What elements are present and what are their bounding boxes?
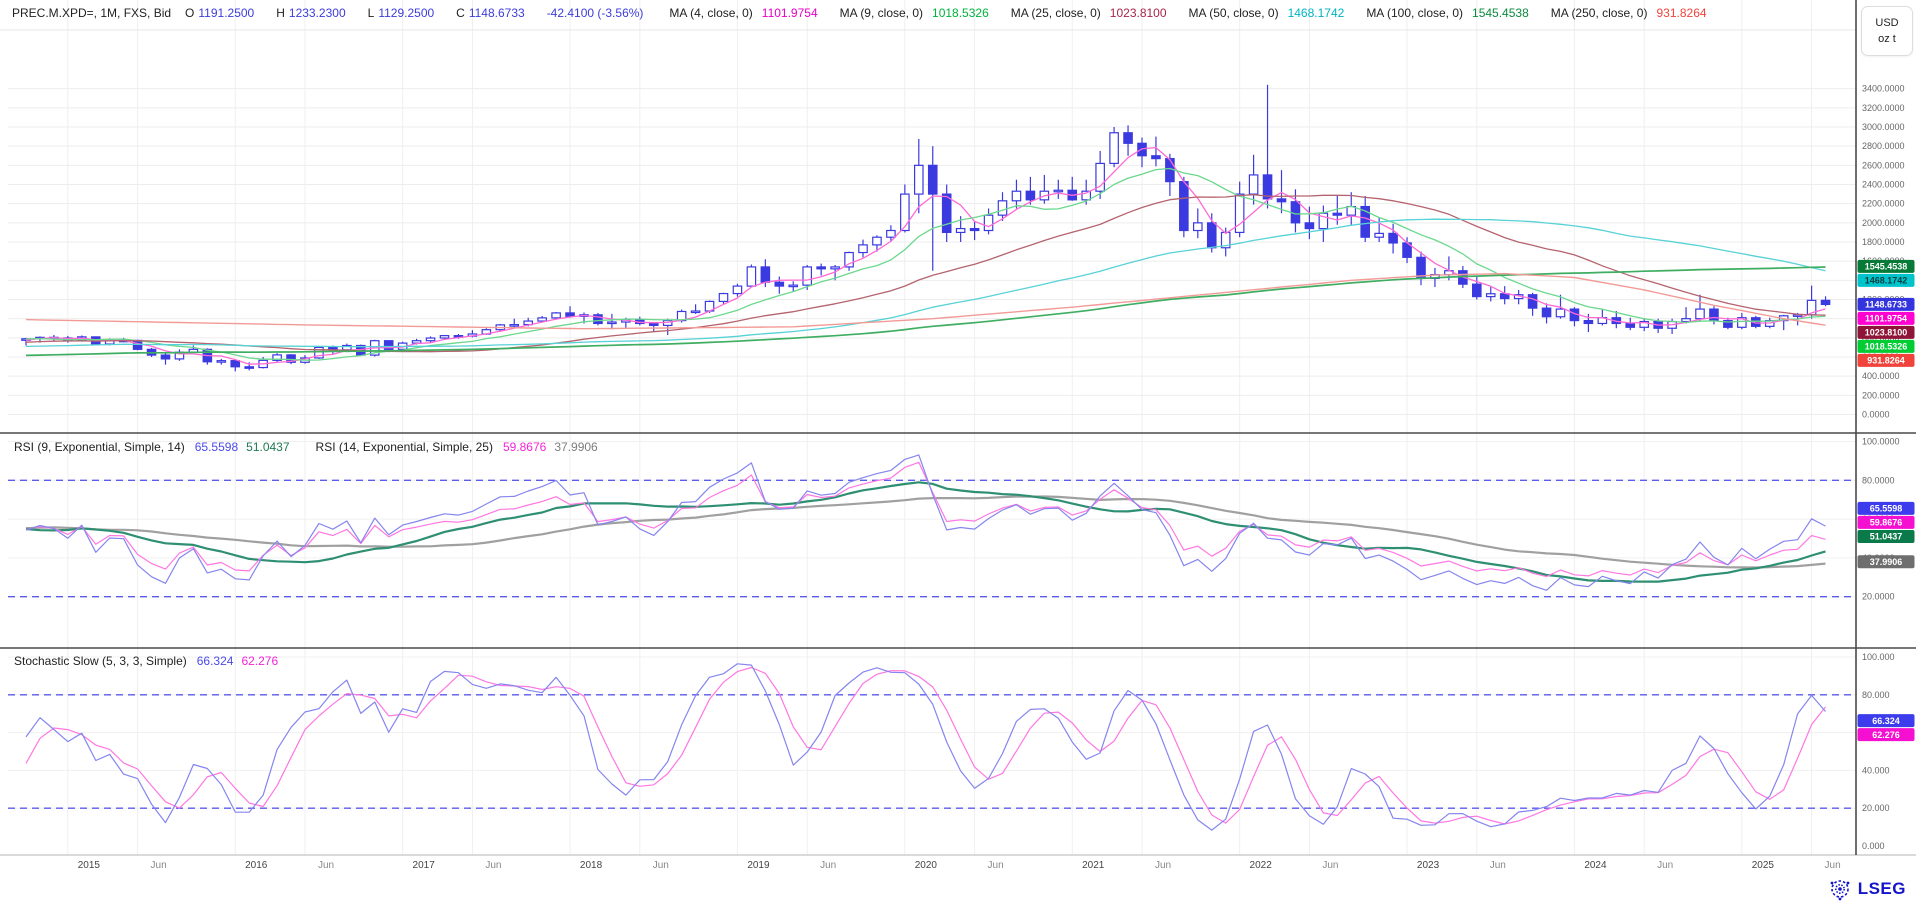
svg-text:2021: 2021 bbox=[1082, 860, 1105, 871]
charting-app: 0.0000200.0000400.0000600.0000800.000010… bbox=[0, 0, 1916, 905]
ma-legend-50[interactable]: MA (50, close, 0)1468.1742 bbox=[1189, 6, 1345, 20]
svg-text:2020: 2020 bbox=[915, 860, 938, 871]
ma-legend-100[interactable]: MA (100, close, 0)1545.4538 bbox=[1366, 6, 1528, 20]
svg-text:20.000: 20.000 bbox=[1862, 803, 1890, 813]
svg-text:2019: 2019 bbox=[747, 860, 770, 871]
rsi14-signal-value: 37.9906 bbox=[554, 440, 597, 454]
ma-legend-9[interactable]: MA (9, close, 0)1018.5326 bbox=[840, 6, 989, 20]
svg-text:2025: 2025 bbox=[1752, 860, 1775, 871]
svg-text:2000.0000: 2000.0000 bbox=[1862, 218, 1905, 228]
svg-text:2022: 2022 bbox=[1250, 860, 1273, 871]
stochastic-axis-labels: 0.00020.00040.00060.00080.000100.000 bbox=[1862, 652, 1895, 851]
main-chart-legend: PREC.M.XPD=, 1M, FXS, Bid O1191.2500 H12… bbox=[12, 6, 1729, 20]
svg-text:Jun: Jun bbox=[1825, 860, 1841, 871]
svg-text:3200.0000: 3200.0000 bbox=[1862, 103, 1905, 113]
svg-text:1545.4538: 1545.4538 bbox=[1865, 262, 1908, 272]
svg-text:Jun: Jun bbox=[988, 860, 1004, 871]
ma-legend-25[interactable]: MA (25, close, 0)1023.8100 bbox=[1011, 6, 1167, 20]
time-axis-labels[interactable]: 2015 Jun 2016 Jun 2017 Jun 2018 Jun 2019 Jun 2020 J… bbox=[78, 860, 1841, 871]
svg-text:1800.0000: 1800.0000 bbox=[1862, 237, 1905, 247]
lseg-crest-icon bbox=[1827, 877, 1853, 901]
stochastic-label: Stochastic Slow (5, 3, 3, Simple) bbox=[14, 654, 187, 668]
ma-overlays bbox=[26, 148, 1826, 365]
ma-legend-250[interactable]: MA (250, close, 0)931.8264 bbox=[1551, 6, 1707, 20]
rsi9-label: RSI (9, Exponential, Simple, 14) bbox=[14, 440, 185, 454]
svg-text:2016: 2016 bbox=[245, 860, 268, 871]
svg-text:0.0000: 0.0000 bbox=[1862, 410, 1890, 420]
stochastic-d-value: 62.276 bbox=[241, 654, 278, 668]
price-change: -42.4100 (-3.56%) bbox=[547, 6, 644, 20]
svg-text:1023.8100: 1023.8100 bbox=[1865, 328, 1908, 338]
svg-text:65.5598: 65.5598 bbox=[1870, 504, 1903, 514]
svg-text:100.000: 100.000 bbox=[1862, 652, 1895, 662]
lseg-logo: LSEG bbox=[1827, 877, 1906, 901]
svg-text:80.000: 80.000 bbox=[1862, 690, 1890, 700]
svg-text:2023: 2023 bbox=[1417, 860, 1440, 871]
axis-unit-currency: USD bbox=[1875, 17, 1898, 29]
svg-text:3000.0000: 3000.0000 bbox=[1862, 122, 1905, 132]
ohlc-open: O1191.2500 bbox=[185, 6, 254, 20]
rsi9-value: 65.5598 bbox=[195, 440, 238, 454]
svg-text:931.8264: 931.8264 bbox=[1867, 356, 1905, 366]
svg-text:62.276: 62.276 bbox=[1872, 730, 1900, 740]
svg-text:1468.1742: 1468.1742 bbox=[1865, 276, 1908, 286]
rsi14-value: 59.8676 bbox=[503, 440, 546, 454]
svg-text:0.000: 0.000 bbox=[1862, 841, 1885, 851]
axis-unit-box[interactable]: USD oz t bbox=[1861, 6, 1913, 56]
svg-text:37.9906: 37.9906 bbox=[1870, 557, 1903, 567]
svg-text:Jun: Jun bbox=[485, 860, 501, 871]
svg-text:1101.9754: 1101.9754 bbox=[1865, 314, 1907, 324]
svg-text:66.324: 66.324 bbox=[1872, 716, 1900, 726]
rsi14-label: RSI (14, Exponential, Simple, 25) bbox=[316, 440, 493, 454]
svg-text:20.0000: 20.0000 bbox=[1862, 592, 1895, 602]
svg-text:1018.5326: 1018.5326 bbox=[1865, 342, 1908, 352]
svg-text:200.0000: 200.0000 bbox=[1862, 390, 1900, 400]
svg-text:1148.6733: 1148.6733 bbox=[1865, 300, 1907, 310]
svg-text:Jun: Jun bbox=[151, 860, 167, 871]
price-axis-tags: 1545.4538 1468.1742 1148.6733 1101.9754 1023… bbox=[1858, 260, 1915, 367]
svg-text:Jun: Jun bbox=[1322, 860, 1338, 871]
svg-text:2400.0000: 2400.0000 bbox=[1862, 180, 1905, 190]
rsi9-signal-value: 51.0437 bbox=[246, 440, 289, 454]
rsi-axis-tags: 65.5598 59.8676 51.0437 37.9906 bbox=[1858, 502, 1915, 568]
svg-text:80.0000: 80.0000 bbox=[1862, 475, 1895, 485]
svg-text:2017: 2017 bbox=[413, 860, 436, 871]
axis-unit-weight: oz t bbox=[1878, 33, 1896, 45]
svg-text:400.0000: 400.0000 bbox=[1862, 371, 1900, 381]
svg-text:Jun: Jun bbox=[1657, 860, 1673, 871]
svg-text:Jun: Jun bbox=[318, 860, 334, 871]
svg-text:3400.0000: 3400.0000 bbox=[1862, 84, 1905, 94]
svg-text:2024: 2024 bbox=[1584, 860, 1607, 871]
ohlc-close: C1148.6733 bbox=[456, 6, 525, 20]
stochastic-series bbox=[26, 664, 1826, 830]
stochastic-k-value: 66.324 bbox=[197, 654, 234, 668]
rsi-series bbox=[26, 455, 1826, 590]
stochastic-legend[interactable]: Stochastic Slow (5, 3, 3, Simple) 66.324… bbox=[14, 654, 278, 668]
svg-text:40.000: 40.000 bbox=[1862, 765, 1890, 775]
svg-text:51.0437: 51.0437 bbox=[1870, 532, 1903, 542]
svg-text:2600.0000: 2600.0000 bbox=[1862, 160, 1905, 170]
svg-text:2018: 2018 bbox=[580, 860, 603, 871]
price-axis-labels: 0.0000200.0000400.0000600.0000800.000010… bbox=[1862, 84, 1905, 420]
rsi-legend[interactable]: RSI (9, Exponential, Simple, 14) 65.5598… bbox=[14, 440, 598, 454]
svg-text:100.0000: 100.0000 bbox=[1862, 437, 1900, 447]
ohlc-high: H1233.2300 bbox=[276, 6, 345, 20]
svg-text:2800.0000: 2800.0000 bbox=[1862, 141, 1905, 151]
svg-text:Jun: Jun bbox=[653, 860, 669, 871]
svg-text:Jun: Jun bbox=[820, 860, 836, 871]
candlestick-series bbox=[22, 85, 1830, 372]
svg-text:2015: 2015 bbox=[78, 860, 101, 871]
svg-text:59.8676: 59.8676 bbox=[1870, 518, 1903, 528]
svg-text:2200.0000: 2200.0000 bbox=[1862, 199, 1905, 209]
ma-legend-4[interactable]: MA (4, close, 0)1101.9754 bbox=[669, 6, 817, 20]
svg-text:Jun: Jun bbox=[1155, 860, 1171, 871]
svg-text:Jun: Jun bbox=[1490, 860, 1506, 871]
instrument-title[interactable]: PREC.M.XPD=, 1M, FXS, Bid bbox=[12, 6, 171, 20]
ohlc-low: L1129.2500 bbox=[368, 6, 435, 20]
